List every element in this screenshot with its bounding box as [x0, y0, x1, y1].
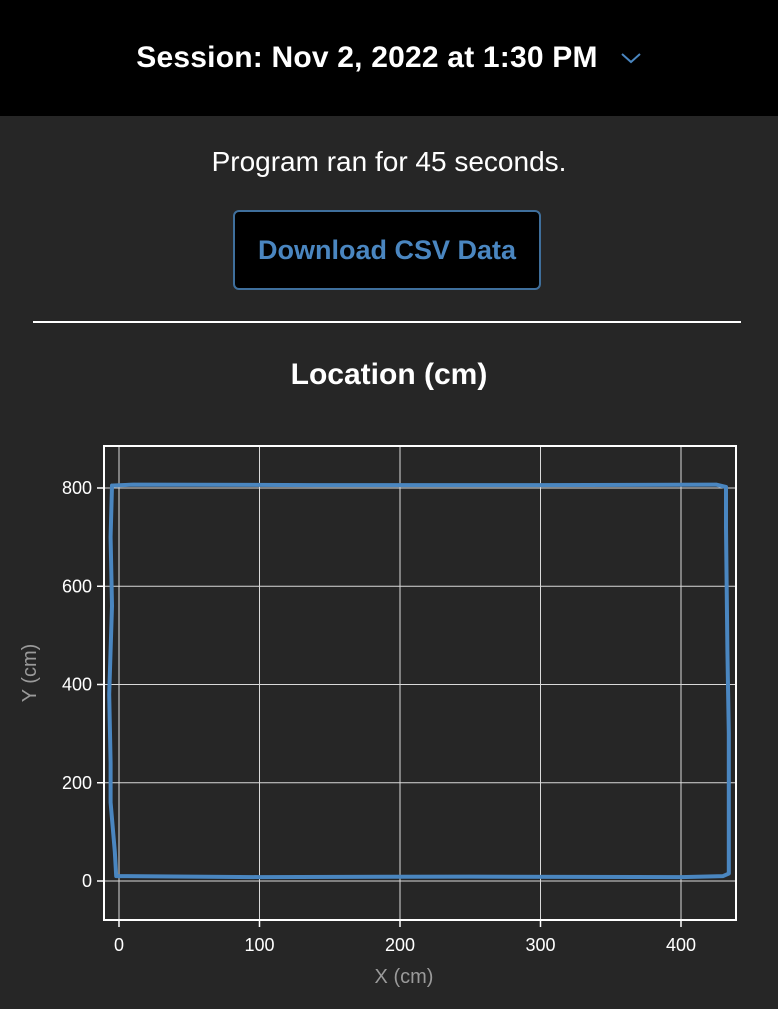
- runtime-text: Program ran for 45 seconds.: [211, 146, 567, 177]
- y-tick-label: 200: [62, 773, 92, 793]
- chart-title: Location (cm): [290, 358, 488, 391]
- y-tick-label: 400: [62, 675, 92, 695]
- download-csv-button[interactable]: Download CSV Data: [233, 210, 541, 290]
- x-axis-label: X (cm): [375, 966, 434, 988]
- plot-frame: [103, 445, 737, 921]
- y-tick-label: 800: [62, 478, 92, 498]
- session-title: Session: Nov 2, 2022 at 1:30 PM: [136, 41, 598, 74]
- y-axis-label: Y (cm): [19, 644, 41, 703]
- ticks: 0 100 200 300 400 0 200 400 600 800: [62, 478, 696, 955]
- session-selector[interactable]: Session: Nov 2, 2022 at 1:30 PM: [0, 0, 778, 116]
- location-path: [107, 482, 731, 880]
- x-tick-label: 0: [114, 935, 124, 955]
- grid-lines: [104, 446, 736, 920]
- location-chart: 0 100 200 300 400 0 200 400 600 800 X (cm) Y (cm): [19, 445, 737, 988]
- x-tick-label: 200: [385, 935, 415, 955]
- x-tick-label: 300: [525, 935, 555, 955]
- y-tick-label: 600: [62, 576, 92, 596]
- divider: [33, 321, 741, 323]
- x-tick-label: 100: [244, 935, 274, 955]
- chevron-down-icon: [621, 53, 641, 64]
- x-tick-label: 400: [666, 935, 696, 955]
- y-tick-label: 0: [82, 871, 92, 891]
